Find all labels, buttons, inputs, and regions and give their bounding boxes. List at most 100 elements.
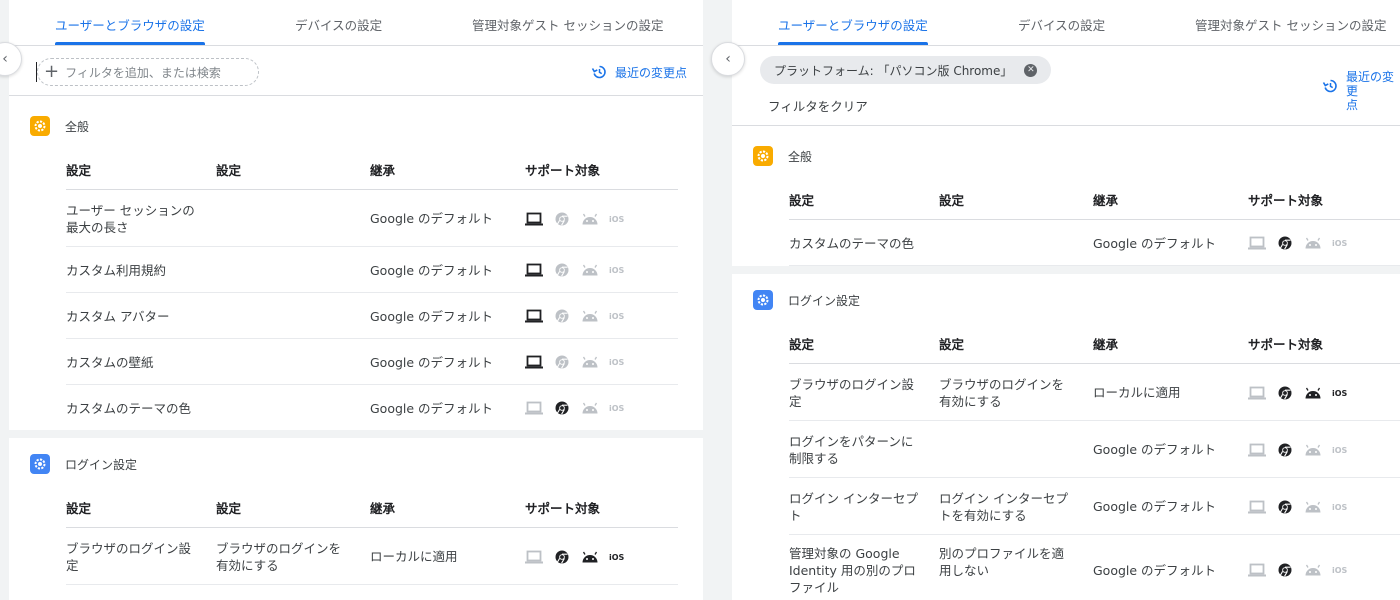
gear-icon <box>30 454 50 474</box>
ios-icon: iOS <box>1332 502 1348 512</box>
table-row[interactable]: カスタムのテーマの色 Google のデフォルト iOS <box>789 220 1400 266</box>
table-row[interactable]: ブラウザのログイン設 定ブラウザのログインを 有効にする ローカルに適用 iOS <box>66 528 678 585</box>
ios-icon: iOS <box>1332 388 1348 398</box>
column-header-supported: サポート対象 <box>525 163 601 178</box>
table-body: ブラウザのログイン設 定ブラウザのログインを 有効にする ローカルに適用 iOS ログ… <box>789 364 1400 600</box>
supported-platforms: iOS <box>1248 443 1348 457</box>
column-header-value: 設定 <box>939 337 965 352</box>
table-row[interactable]: ユーザー セッションの 最大の長さ Google のデフォルト iOS <box>66 190 678 247</box>
tab-guest-session-settings[interactable]: 管理対象ゲスト セッションの設定 <box>1195 15 1386 34</box>
tab-guest-session-settings[interactable]: 管理対象ゲスト セッションの設定 <box>472 15 663 34</box>
table-row[interactable]: カスタムのテーマの色 Google のデフォルト iOS <box>66 385 678 431</box>
chrome-icon <box>1276 563 1294 577</box>
ios-icon: iOS <box>609 311 625 321</box>
table-row[interactable]: カスタム利用規約 Google のデフォルト iOS <box>66 247 678 293</box>
section-divider <box>9 430 703 438</box>
supported-platforms: iOS <box>1248 236 1348 250</box>
tab-user-browser-settings[interactable]: ユーザーとブラウザの設定 <box>55 15 205 34</box>
ios-icon: iOS <box>609 265 625 275</box>
chrome-icon <box>1276 443 1294 457</box>
chrome-icon <box>553 309 571 323</box>
ios-icon: iOS <box>1332 565 1348 575</box>
column-header-inherit: 継承 <box>370 163 396 178</box>
inherit-source: ローカルに適用 <box>1093 385 1181 400</box>
inherit-source: Google のデフォルト <box>1093 563 1217 578</box>
table-row[interactable]: ログイン インターセプ トログイン インターセプ トを有効にする Google の… <box>789 478 1400 535</box>
supported-platforms: iOS <box>1248 500 1348 514</box>
settings-table-login: 設定 設定 継承 サポート対象 ブラウザのログイン設 定ブラウザのログインを 有… <box>66 484 678 585</box>
column-header-inherit: 継承 <box>370 501 396 516</box>
column-header-supported: サポート対象 <box>1248 337 1324 352</box>
column-header-setting: 設定 <box>789 337 815 352</box>
android-icon <box>1304 443 1322 457</box>
column-header-setting: 設定 <box>66 501 92 516</box>
tab-user-browser-settings[interactable]: ユーザーとブラウザの設定 <box>778 15 928 34</box>
supported-platforms: iOS <box>525 401 625 415</box>
supported-platforms: iOS <box>525 355 625 369</box>
history-icon <box>1322 79 1337 93</box>
chrome-icon <box>1276 236 1294 250</box>
table-header: 設定 設定 継承 サポート対象 <box>66 146 678 190</box>
ios-icon: iOS <box>1332 238 1348 248</box>
recent-changes-label-line2: 点 <box>1346 98 1359 112</box>
laptop-icon <box>525 355 543 369</box>
tab-bar: ユーザーとブラウザの設定 デバイスの設定 管理対象ゲスト セッションの設定 <box>732 0 1400 46</box>
laptop-icon <box>1248 563 1266 577</box>
close-icon[interactable]: ✕ <box>1024 63 1038 77</box>
supported-platforms: iOS <box>1248 386 1348 400</box>
setting-value: 別のプロファイルを適 用しない <box>939 546 1065 578</box>
settings-table-general: 設定 設定 継承 サポート対象 ユーザー セッションの 最大の長さ Google … <box>66 146 678 431</box>
recent-changes-label: 最近の変更点 <box>615 66 688 80</box>
recent-changes-link[interactable]: 最近の変更点 <box>591 64 687 81</box>
table-row[interactable]: ログインをパターンに 制限する Google のデフォルト iOS <box>789 421 1400 478</box>
table-body: カスタムのテーマの色 Google のデフォルト iOS <box>789 220 1400 266</box>
gear-icon <box>30 116 50 136</box>
recent-changes-link[interactable]: 最近の変更点 <box>1322 70 1400 112</box>
table-row[interactable]: ブラウザのログイン設 定ブラウザのログインを 有効にする ローカルに適用 iOS <box>789 364 1400 421</box>
section-general: 全般 設定 設定 継承 サポート対象 ユーザー セッションの 最大の長さ Goog… <box>9 96 703 431</box>
column-header-value: 設定 <box>216 501 242 516</box>
column-header-inherit: 継承 <box>1093 193 1119 208</box>
table-header: 設定 設定 継承 サポート対象 <box>789 176 1400 220</box>
table-row[interactable]: 管理対象の Google Identity 用の別のプロ ファイル 別のプロファイ… <box>789 535 1400 600</box>
inherit-source: Google のデフォルト <box>1093 442 1217 457</box>
section-title-text: ログイン設定 <box>788 293 861 308</box>
left-panel: ユーザーとブラウザの設定 デバイスの設定 管理対象ゲスト セッションの設定 + … <box>9 0 703 600</box>
setting-name: ブラウザのログイン設 定 <box>789 377 915 409</box>
table-header: 設定 設定 継承 サポート対象 <box>66 484 678 528</box>
filter-search-input[interactable]: + フィルタを追加、または検索 <box>37 58 259 86</box>
recent-changes-label-line1: 最近の変更 <box>1346 70 1395 98</box>
chevron-left-icon: ‹ <box>725 51 731 67</box>
active-tab-indicator <box>55 42 205 45</box>
settings-table-login: 設定 設定 継承 サポート対象 ブラウザのログイン設 定ブラウザのログインを 有… <box>789 320 1400 600</box>
android-icon <box>1304 386 1322 400</box>
chevron-left-icon: ‹ <box>2 51 8 67</box>
clear-filter-button[interactable]: フィルタをクリア <box>768 96 868 115</box>
supported-platforms: iOS <box>525 263 625 277</box>
filter-placeholder: フィルタを追加、または検索 <box>65 65 221 80</box>
gear-icon <box>753 290 773 310</box>
filter-chip-platform[interactable]: プラットフォーム: 「パソコン版 Chrome」 ✕ <box>760 56 1052 84</box>
collapse-left-button[interactable]: ‹ <box>711 42 745 76</box>
column-header-inherit: 継承 <box>1093 337 1119 352</box>
table-row[interactable]: カスタム アバター Google のデフォルト iOS <box>66 293 678 339</box>
android-icon <box>581 263 599 277</box>
android-icon <box>581 309 599 323</box>
tab-device-settings[interactable]: デバイスの設定 <box>1018 15 1105 34</box>
setting-name: ブラウザのログイン設 定 <box>66 541 192 573</box>
filter-chip-label: プラットフォーム: 「パソコン版 Chrome」 <box>774 63 1013 78</box>
android-icon <box>581 355 599 369</box>
android-icon <box>581 550 599 564</box>
right-panel: ユーザーとブラウザの設定 デバイスの設定 管理対象ゲスト セッションの設定 プラ… <box>732 0 1400 600</box>
setting-value: ブラウザのログインを 有効にする <box>939 377 1065 409</box>
setting-name: ログイン インターセプ ト <box>789 491 918 523</box>
tab-device-settings[interactable]: デバイスの設定 <box>295 15 382 34</box>
setting-name: カスタム利用規約 <box>66 263 167 278</box>
supported-platforms: iOS <box>1248 563 1348 577</box>
table-row[interactable]: カスタムの壁紙 Google のデフォルト iOS <box>66 339 678 385</box>
section-title-login: ログイン設定 <box>753 290 860 310</box>
column-header-supported: サポート対象 <box>525 501 601 516</box>
section-title-general: 全般 <box>753 146 812 166</box>
supported-platforms: iOS <box>525 550 625 564</box>
chrome-icon <box>553 355 571 369</box>
